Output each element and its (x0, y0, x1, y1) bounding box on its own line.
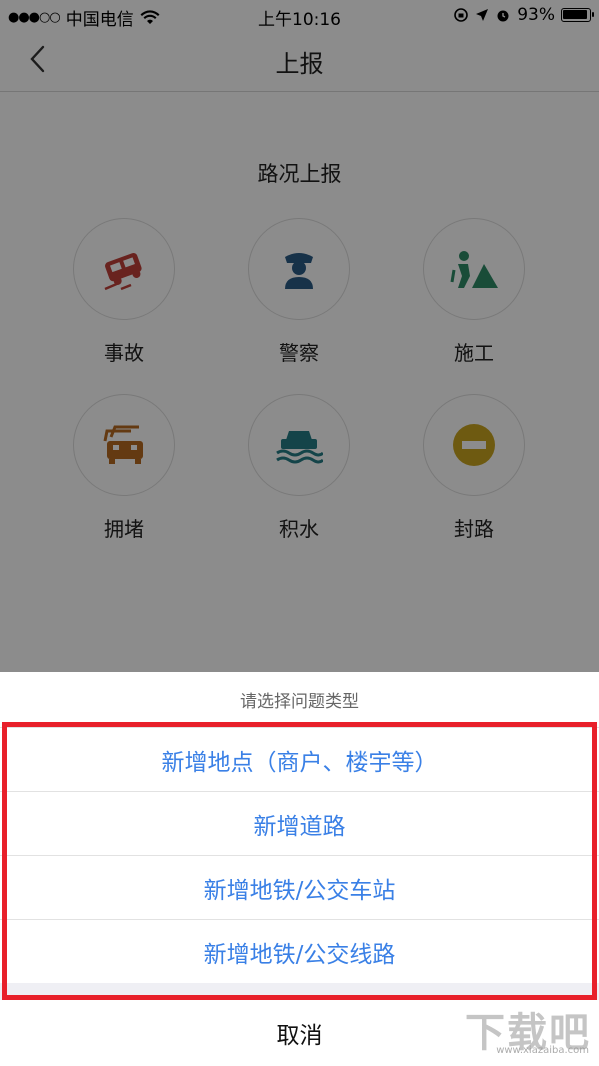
option-add-road[interactable]: 新增道路 (0, 791, 599, 855)
sheet-title: 请选择问题类型 (0, 672, 599, 727)
options-list: 新增地点（商户、楼宇等） 新增道路 新增地铁/公交车站 新增地铁/公交线路 (0, 727, 599, 983)
option-add-station[interactable]: 新增地铁/公交车站 (0, 855, 599, 919)
option-add-line[interactable]: 新增地铁/公交线路 (0, 919, 599, 983)
watermark: 下载吧 www.xiazaiba.com (441, 1000, 591, 1056)
watermark-url: www.xiazaiba.com (496, 1045, 589, 1056)
option-add-place[interactable]: 新增地点（商户、楼宇等） (0, 727, 599, 791)
